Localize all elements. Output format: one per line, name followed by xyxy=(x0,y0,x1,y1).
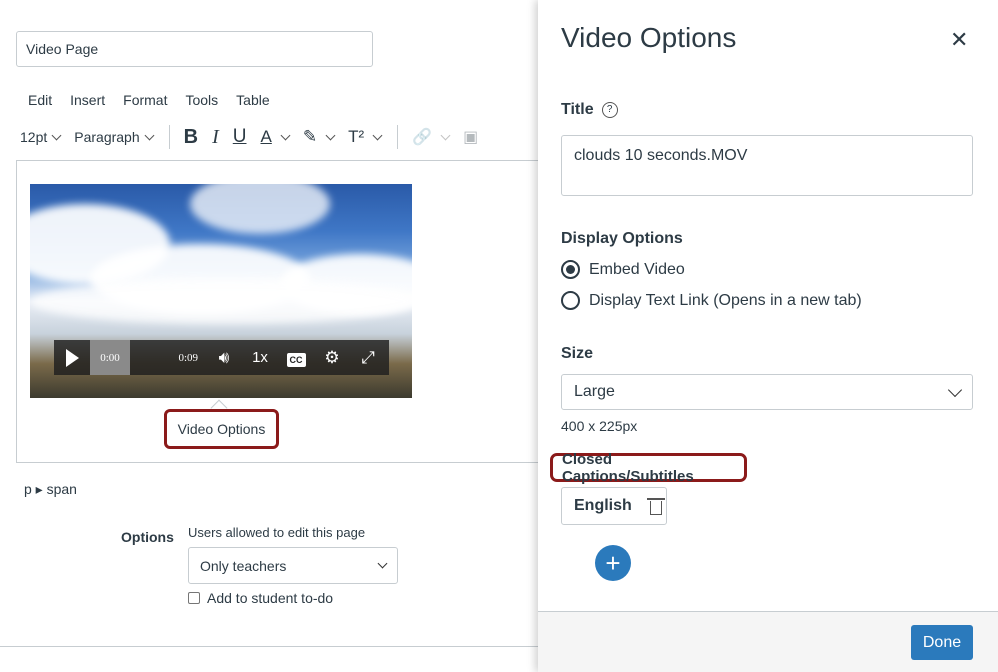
toolbar-divider xyxy=(397,125,399,149)
italic-button[interactable]: I xyxy=(212,126,219,149)
size-value: Large xyxy=(574,383,615,400)
video-options-tray: Video Options ✕ Title? clouds 10 seconds… xyxy=(538,0,998,672)
radio-label: Embed Video xyxy=(589,260,685,278)
video-frame-cloud xyxy=(190,184,330,234)
permission-select[interactable]: Only teachers xyxy=(188,547,398,584)
editor-menubar: Edit Insert Format Tools Table xyxy=(28,92,288,108)
bold-button[interactable]: B xyxy=(184,126,198,149)
radio-dot xyxy=(566,265,575,274)
cc-icon: CC xyxy=(286,352,306,367)
editor-toolbar: 12pt Paragraph B I U A ✎ T² 🔗 ▣ xyxy=(20,124,496,150)
radio-label: Display Text Link (Opens in a new tab) xyxy=(589,291,862,309)
title-field-label: Title? xyxy=(561,101,618,119)
done-button[interactable]: Done xyxy=(911,625,973,660)
volume-icon: 🔊︎ xyxy=(218,347,230,367)
highlight-color-button[interactable]: ✎ xyxy=(302,127,336,147)
close-icon: ✕ xyxy=(950,27,969,52)
chevron-down-icon xyxy=(377,558,388,569)
current-time: 0:00 xyxy=(90,340,130,375)
fullscreen-button[interactable]: ⤢ xyxy=(350,348,386,368)
display-options-label: Display Options xyxy=(561,230,683,247)
chevron-down-icon xyxy=(372,130,383,140)
todo-checkbox[interactable] xyxy=(188,592,200,604)
underline-button[interactable]: U xyxy=(233,126,247,148)
menu-table[interactable]: Table xyxy=(236,92,269,108)
caption-language: English xyxy=(574,497,632,514)
superscript-icon: T² xyxy=(348,127,365,146)
chevron-down-icon xyxy=(280,130,291,140)
video-duration[interactable]: 0:09 xyxy=(130,352,206,364)
underline-icon: U xyxy=(232,126,247,147)
gear-icon: ⚙ xyxy=(324,347,340,367)
todo-checkbox-row[interactable]: Add to student to-do xyxy=(188,590,333,606)
title-label-text: Title xyxy=(561,101,594,118)
radio-embed-video[interactable]: Embed Video xyxy=(561,260,685,279)
tray-footer: Done xyxy=(538,611,998,672)
menu-insert[interactable]: Insert xyxy=(70,92,105,108)
chevron-down-icon xyxy=(51,130,62,140)
trash-icon[interactable] xyxy=(646,497,665,515)
highlighter-icon: ✎ xyxy=(302,127,318,146)
block-format-value: Paragraph xyxy=(74,129,140,145)
font-size-value: 12pt xyxy=(20,129,48,145)
expand-icon: ⤢ xyxy=(361,347,375,367)
toolbar-divider xyxy=(168,125,170,149)
settings-button[interactable]: ⚙ xyxy=(314,348,350,368)
menu-edit[interactable]: Edit xyxy=(28,92,52,108)
superscript-button[interactable]: T² xyxy=(348,127,383,147)
duration-label: 0:09 xyxy=(178,351,198,364)
radio-display-text-link[interactable]: Display Text Link (Opens in a new tab) xyxy=(561,291,862,310)
link-icon: 🔗 xyxy=(412,129,433,146)
help-icon[interactable]: ? xyxy=(601,101,618,118)
volume-button[interactable]: 🔊︎ xyxy=(206,348,242,368)
chevron-down-icon xyxy=(325,130,336,140)
close-button[interactable]: ✕ xyxy=(950,27,968,53)
italic-icon: I xyxy=(212,125,219,148)
video-frame-cloud xyxy=(30,279,412,324)
menu-format[interactable]: Format xyxy=(123,92,167,108)
playback-speed-button[interactable]: 1x xyxy=(242,349,278,366)
play-icon xyxy=(65,348,79,367)
closed-captions-label: Closed Captions/Subtitles xyxy=(550,451,747,485)
add-caption-button[interactable]: + xyxy=(595,545,631,581)
caption-language-pill: English xyxy=(561,487,667,525)
title-textarea[interactable]: clouds 10 seconds.MOV xyxy=(561,135,973,196)
text-color-button[interactable]: A xyxy=(260,127,291,147)
video-options-button[interactable]: Video Options xyxy=(164,409,279,449)
permission-label: Users allowed to edit this page xyxy=(188,525,366,540)
play-button[interactable] xyxy=(54,348,90,367)
todo-label: Add to student to-do xyxy=(207,590,334,606)
size-select[interactable]: Large xyxy=(561,374,973,410)
speed-label: 1x xyxy=(252,349,268,366)
size-label: Size xyxy=(561,345,594,362)
block-format-dropdown[interactable]: Paragraph xyxy=(74,129,155,145)
element-path: p ▸ span xyxy=(24,481,77,497)
bold-icon: B xyxy=(183,125,199,148)
chevron-down-icon xyxy=(947,382,963,398)
menu-tools[interactable]: Tools xyxy=(185,92,218,108)
radio-selected[interactable] xyxy=(561,260,580,279)
image-button[interactable]: ▣ xyxy=(463,127,482,147)
image-icon: ▣ xyxy=(463,129,479,146)
chevron-down-icon xyxy=(144,130,155,140)
options-label: Options xyxy=(121,529,174,545)
captions-button[interactable]: CC xyxy=(278,348,314,368)
video-controls: 0:00 0:09 🔊︎ 1x CC ⚙ ⤢ xyxy=(54,340,389,375)
page-title-input[interactable]: Video Page xyxy=(16,31,373,67)
plus-icon: + xyxy=(605,547,621,578)
radio-unselected[interactable] xyxy=(561,291,580,310)
video-options-label: Video Options xyxy=(177,421,266,437)
text-color-icon: A xyxy=(260,127,272,146)
font-size-dropdown[interactable]: 12pt xyxy=(20,129,62,145)
tray-title: Video Options xyxy=(561,22,737,53)
size-dimensions: 400 x 225px xyxy=(561,418,638,434)
permission-value: Only teachers xyxy=(200,557,287,574)
link-button[interactable]: 🔗 xyxy=(412,127,451,147)
chevron-down-icon xyxy=(440,130,451,140)
